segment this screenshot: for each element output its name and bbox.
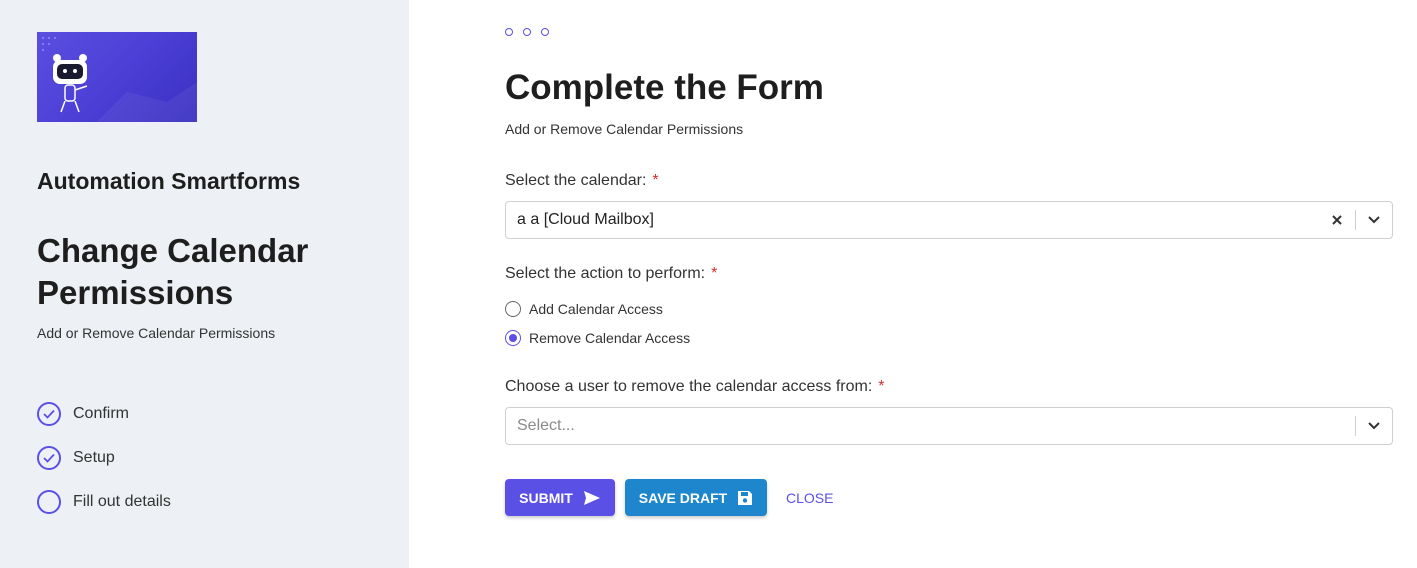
chevron-down-icon[interactable] <box>1356 407 1392 445</box>
step-setup: Setup <box>37 436 171 480</box>
action-label: Select the action to perform: * <box>505 265 717 283</box>
calendar-select-value: a a [Cloud Mailbox] <box>517 211 654 228</box>
robot-logo <box>37 32 197 122</box>
required-marker: * <box>878 378 885 395</box>
check-circle-icon <box>37 446 61 470</box>
close-button[interactable]: CLOSE <box>779 479 840 516</box>
radio-button[interactable] <box>505 330 521 346</box>
required-marker: * <box>652 172 659 189</box>
chevron-down-icon[interactable] <box>1356 201 1392 239</box>
progress-dot <box>523 28 531 36</box>
radio-add-calendar-access[interactable]: Add Calendar Access <box>505 301 663 317</box>
empty-circle-icon <box>37 490 61 514</box>
form-panel: Complete the Form Add or Remove Calendar… <box>409 0 1417 568</box>
app-name: Automation Smartforms <box>37 168 301 194</box>
form-subtitle: Add or Remove Calendar Permissions <box>505 121 744 137</box>
save-draft-button[interactable]: SAVE DRAFT <box>625 479 767 516</box>
step-label: Confirm <box>73 405 130 422</box>
progress-dot <box>505 28 513 36</box>
check-circle-icon <box>37 402 61 426</box>
form-title: Complete the Form <box>505 68 824 107</box>
user-label-text: Choose a user to remove the calendar acc… <box>505 378 873 395</box>
step-label: Setup <box>73 449 115 466</box>
save-draft-label: SAVE DRAFT <box>638 489 728 506</box>
submit-button[interactable]: SUBMIT <box>505 479 615 516</box>
radio-label: Remove Calendar Access <box>529 330 691 346</box>
user-label: Choose a user to remove the calendar acc… <box>505 378 885 396</box>
action-label-text: Select the action to perform: <box>505 265 706 282</box>
save-icon <box>738 490 753 505</box>
radio-button[interactable] <box>505 301 521 317</box>
calendar-label-text: Select the calendar: <box>505 172 647 189</box>
radio-label: Add Calendar Access <box>529 301 663 317</box>
calendar-label: Select the calendar: * <box>505 172 659 190</box>
progress-dots <box>505 28 549 36</box>
steps-list: Confirm Setup Fill out details <box>37 392 171 524</box>
required-marker: * <box>711 265 718 282</box>
step-confirm: Confirm <box>37 392 171 436</box>
page-title: Change Calendar Permissions <box>37 232 309 311</box>
step-fill-out-details: Fill out details <box>37 480 171 524</box>
user-select[interactable]: Select... <box>505 407 1393 445</box>
calendar-select[interactable]: a a [Cloud Mailbox] <box>505 201 1393 239</box>
robot-icon <box>53 54 197 122</box>
user-select-placeholder: Select... <box>517 417 575 434</box>
send-icon <box>583 490 600 505</box>
radio-remove-calendar-access[interactable]: Remove Calendar Access <box>505 330 690 346</box>
sidebar: Automation Smartforms Change Calendar Pe… <box>0 0 409 568</box>
page-subtitle: Add or Remove Calendar Permissions <box>37 325 276 341</box>
progress-dot <box>541 28 549 36</box>
clear-icon[interactable] <box>1319 201 1355 239</box>
step-label: Fill out details <box>73 493 171 510</box>
submit-label: SUBMIT <box>519 489 573 506</box>
